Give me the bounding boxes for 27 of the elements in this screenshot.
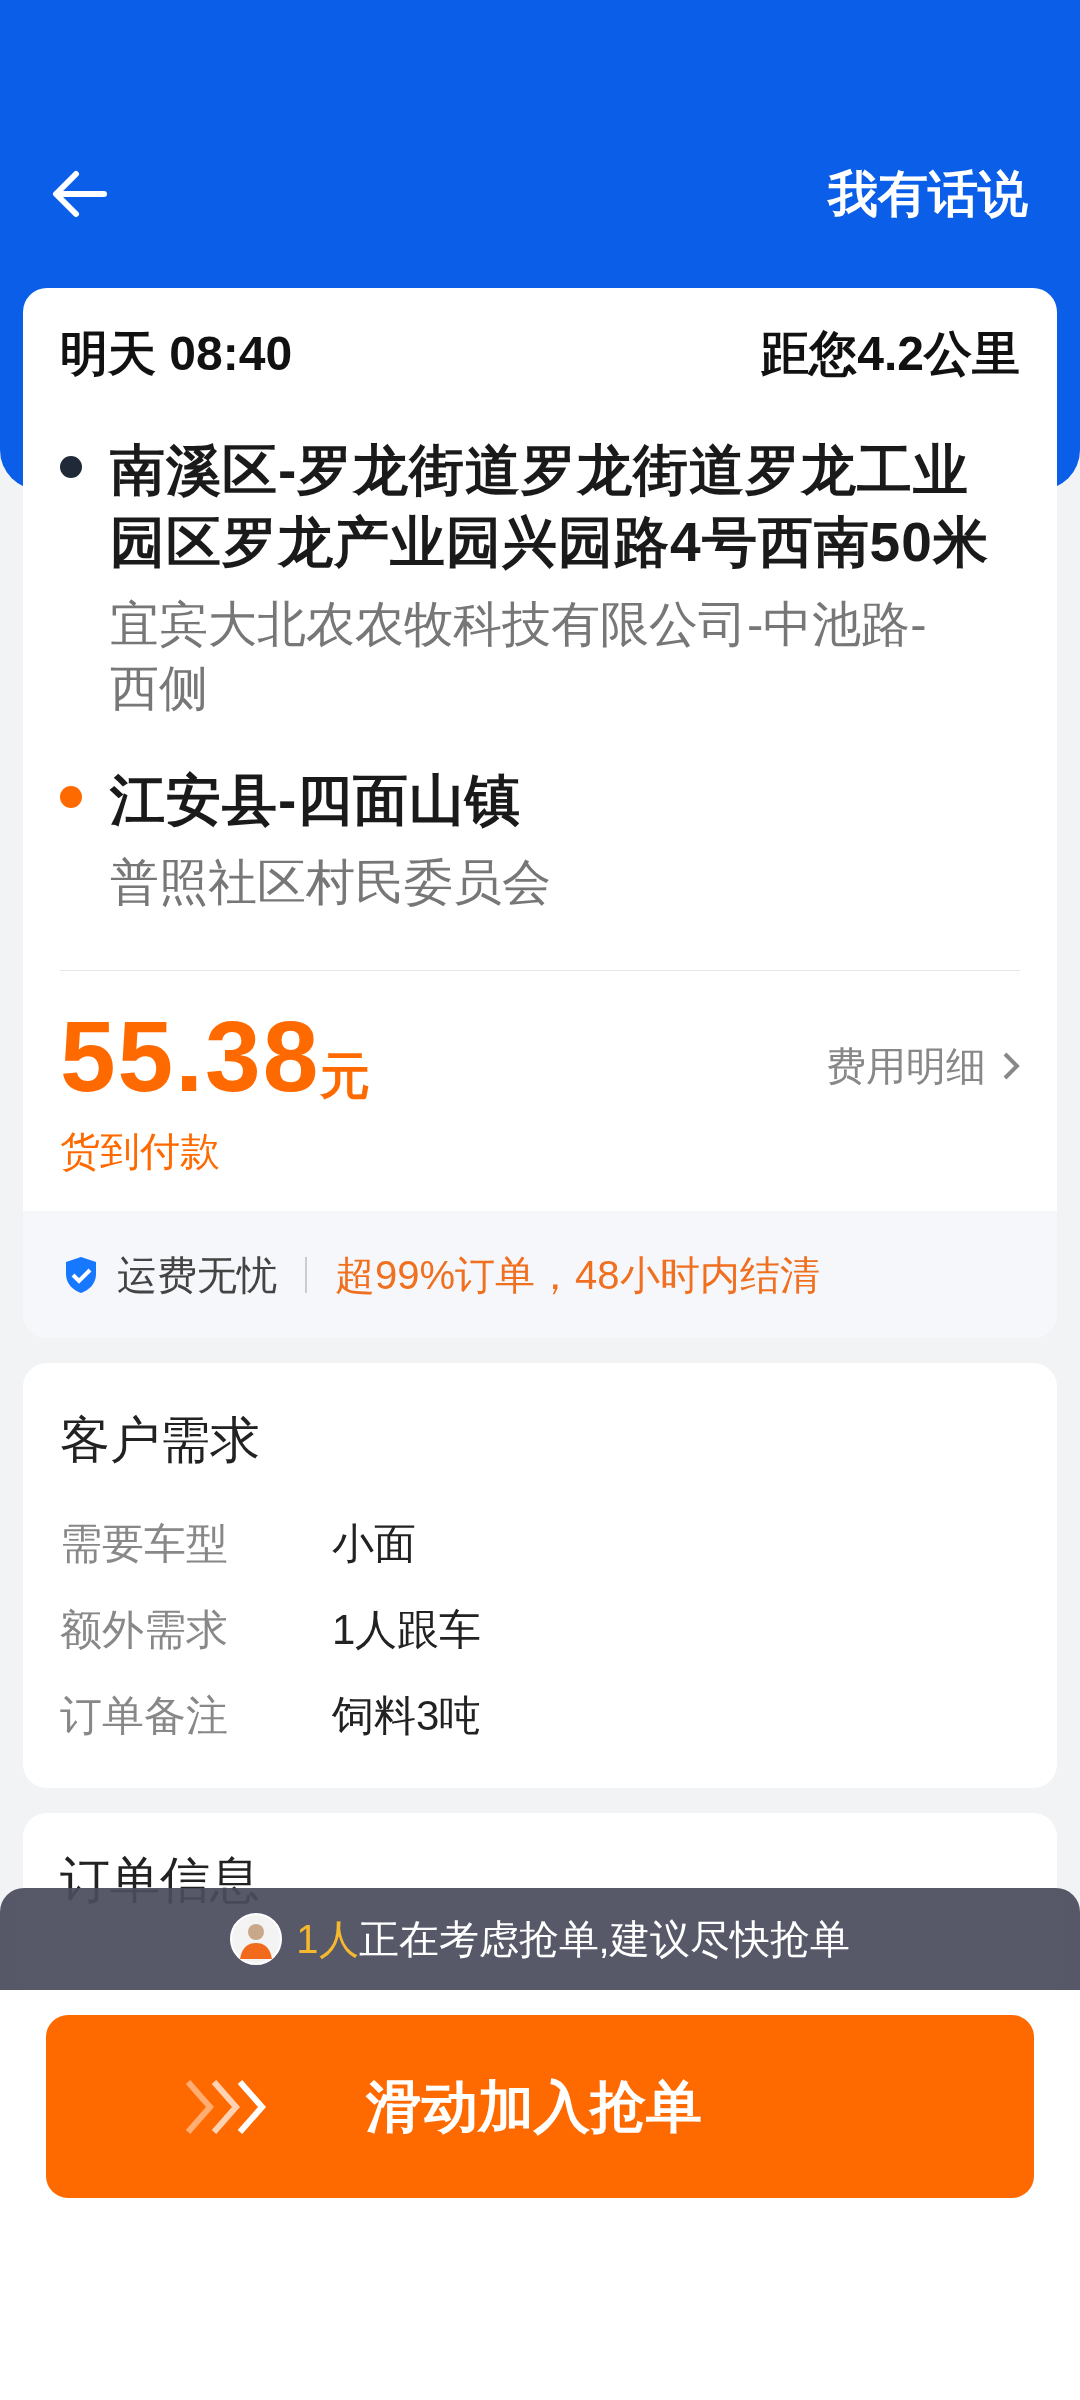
- section-title: 客户需求: [60, 1411, 261, 1470]
- address-detail: 宜宾大北农农牧科技有限公司-中池路-西侧: [110, 596, 928, 717]
- fee-details-link[interactable]: 费用明细: [826, 1036, 1020, 1096]
- address-text: 江安县-四面山镇: [110, 768, 523, 833]
- notice-text: 1人正在考虑抢单,建议尽快抢单: [296, 1916, 850, 1963]
- requirement-value: 小面: [332, 1518, 416, 1569]
- guarantee-note: 超99%订单，48小时内结清: [335, 1251, 820, 1299]
- distance-text: 距您4.2公里: [761, 326, 1020, 382]
- pickup-time: 明天 08:40: [60, 326, 293, 382]
- feedback-button[interactable]: 我有话说: [828, 156, 1028, 232]
- payment-method: 货到付款: [60, 1128, 221, 1175]
- shield-check-icon: [63, 1254, 99, 1295]
- back-icon[interactable]: [52, 170, 108, 218]
- requirement-value: 1人跟车: [332, 1604, 482, 1655]
- avatar-icon: [230, 1913, 283, 1965]
- requirement-value: 饲料3吨: [332, 1690, 482, 1741]
- requirement-label: 额外需求: [60, 1604, 229, 1655]
- slide-to-grab-button[interactable]: 滑动加入抢单: [46, 2015, 1034, 2198]
- guarantee-label: 运费无忧: [117, 1251, 277, 1299]
- address-text: 南溪区-罗龙街道罗龙街道罗龙工业园区罗龙产业园兴园路4号西南50米: [110, 438, 990, 575]
- price-unit: 元: [320, 1047, 371, 1106]
- price-amount: 55.38: [60, 1001, 321, 1111]
- slide-label: 滑动加入抢单: [366, 2073, 702, 2140]
- address-detail: 普照社区村民委员会: [110, 854, 552, 911]
- requirement-label: 需要车型: [60, 1518, 229, 1569]
- requirement-label: 订单备注: [60, 1690, 229, 1741]
- chevron-icon: [1002, 1051, 1020, 1081]
